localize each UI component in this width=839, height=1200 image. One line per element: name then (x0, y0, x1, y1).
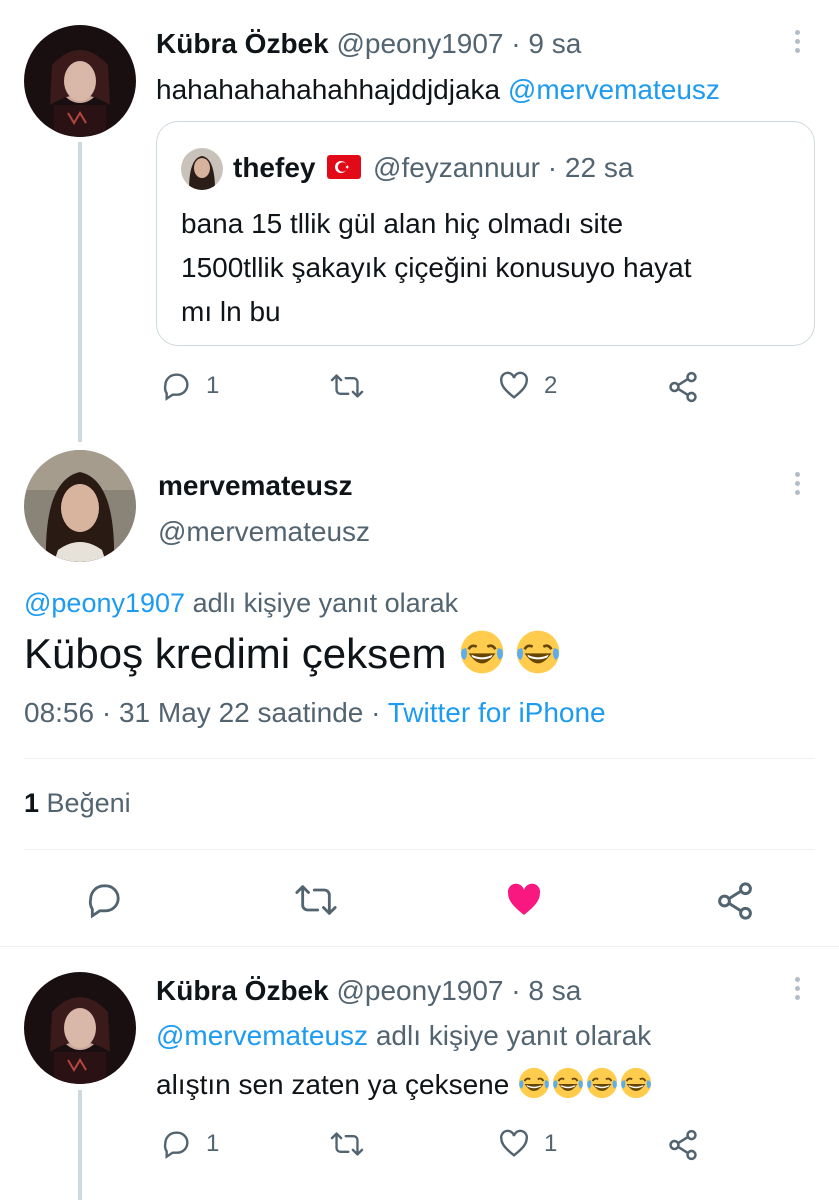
separator: · (547, 152, 558, 183)
retweet-icon (295, 885, 337, 915)
handle[interactable]: @peony1907 (336, 28, 503, 59)
reply-to-suffix: adlı kişiye yanıt olarak (375, 1020, 652, 1051)
more-icon[interactable] (795, 977, 800, 1004)
like-icon (507, 883, 541, 915)
quoted-tweet[interactable]: thefey @feyzannuur · 22 sa bana 15 tllik… (156, 121, 815, 346)
divider (24, 758, 815, 759)
like-button[interactable] (504, 880, 544, 925)
divider (24, 849, 815, 850)
avatar-kubra[interactable] (24, 25, 136, 137)
more-icon[interactable] (795, 472, 800, 499)
main-display-name[interactable]: mervemateusz (158, 470, 353, 502)
reply-to-link[interactable]: @peony1907 (24, 588, 185, 618)
main-tweet-text: Küboş kredimi çeksem (24, 628, 562, 686)
timestamp[interactable]: 9 sa (528, 28, 581, 59)
share-button[interactable] (714, 880, 756, 927)
quote-display-name: thefey (233, 152, 316, 183)
separator: · (101, 697, 112, 728)
like-button[interactable]: 2 (498, 370, 557, 402)
retweet-icon (330, 1132, 364, 1156)
laughing-emoji-icon (514, 628, 562, 686)
reply-button[interactable]: 1 (160, 1128, 219, 1160)
laughing-emoji-icon (585, 1066, 619, 1107)
tweet-text: Küboş kredimi çeksem (24, 630, 447, 678)
tweet-text: alıştın sen zaten ya çeksene (156, 1068, 510, 1100)
display-name[interactable]: Kübra Özbek (156, 28, 329, 59)
reply-icon (88, 884, 120, 919)
reply-to-suffix: adlı kişiye yanıt olarak (192, 588, 459, 618)
like-button[interactable]: 1 (498, 1128, 557, 1160)
share-button[interactable] (666, 1128, 700, 1162)
quote-text-line: bana 15 tllik gül alan hiç olmadı site (181, 208, 624, 239)
like-count: 2 (544, 372, 558, 399)
flag-icon (327, 154, 362, 186)
thread-line (78, 142, 82, 442)
tweet-time[interactable]: 08:56 (24, 697, 94, 728)
like-icon (500, 371, 528, 399)
quote-timestamp: 22 sa (564, 152, 634, 183)
reply-to-link[interactable]: @mervemateusz (156, 1020, 368, 1051)
separator: · (371, 697, 381, 728)
likes-count: 1 (24, 788, 40, 818)
display-name[interactable]: Kübra Özbek (156, 975, 329, 1006)
avatar-kubra[interactable] (24, 972, 136, 1084)
tweet-meta: 08:56 · 31 May 22 saatinde · Twitter for… (24, 697, 606, 729)
quote-handle: @feyzannuur (373, 152, 540, 183)
reply-context: @peony1907 adlı kişiye yanıt olarak (24, 588, 458, 619)
tweet1-text: hahahahahahahhajddjdjaka @mervemateusz (156, 74, 720, 106)
share-button[interactable] (666, 370, 700, 404)
handle[interactable]: @peony1907 (336, 975, 503, 1006)
likes-summary[interactable]: 1 Beğeni (24, 788, 131, 819)
reply-button[interactable]: 1 (160, 370, 219, 402)
reply-context: @mervemateusz adlı kişiye yanıt olarak (156, 1020, 651, 1052)
reply-count: 1 (206, 372, 220, 399)
quote-text: bana 15 tllik gül alan hiç olmadı site 1… (181, 202, 692, 334)
reply-icon (163, 373, 189, 401)
avatar-mervemateusz[interactable] (24, 450, 136, 562)
share-icon (718, 882, 752, 920)
tweet3-text: alıştın sen zaten ya çeksene (156, 1066, 653, 1107)
separator: · (511, 975, 521, 1006)
reply-button[interactable] (84, 880, 124, 925)
thread-line (78, 1090, 82, 1200)
reply-count: 1 (206, 1130, 220, 1157)
mention-link[interactable]: @mervemateusz (508, 74, 720, 105)
tweet3-header: Kübra Özbek @peony1907 · 8 sa (156, 975, 581, 1007)
share-icon (669, 1129, 697, 1161)
avatar-thefey (181, 148, 223, 190)
tweet-text: hahahahahahahhajddjdjaka (156, 74, 501, 105)
more-icon[interactable] (795, 30, 800, 57)
laughing-emoji-icon (619, 1066, 653, 1107)
likes-label: Beğeni (46, 788, 131, 818)
tweet-source[interactable]: Twitter for iPhone (388, 697, 606, 728)
laughing-emoji-icon (517, 1066, 551, 1107)
retweet-button[interactable] (330, 370, 364, 402)
divider (0, 946, 839, 947)
timestamp[interactable]: 8 sa (528, 975, 581, 1006)
laughing-emoji-icon (551, 1066, 585, 1107)
quote-text-line: mı ln bu (181, 296, 281, 327)
share-icon (669, 371, 697, 403)
reply-icon (163, 1131, 189, 1159)
tweet1-header: Kübra Özbek @peony1907 · 9 sa (156, 28, 581, 60)
separator: · (511, 28, 521, 59)
tweet-date[interactable]: 31 May 22 saatinde (119, 697, 363, 728)
retweet-icon (330, 374, 364, 398)
laughing-emoji-icon (458, 628, 506, 686)
like-count: 1 (544, 1130, 558, 1157)
retweet-button[interactable] (294, 880, 338, 925)
like-icon (500, 1129, 528, 1157)
retweet-button[interactable] (330, 1128, 364, 1160)
quote-header: thefey @feyzannuur · 22 sa (233, 152, 633, 186)
quote-text-line: 1500tllik şakayık çiçeğini konusuyo haya… (181, 252, 692, 283)
main-handle[interactable]: @mervemateusz (158, 516, 370, 548)
